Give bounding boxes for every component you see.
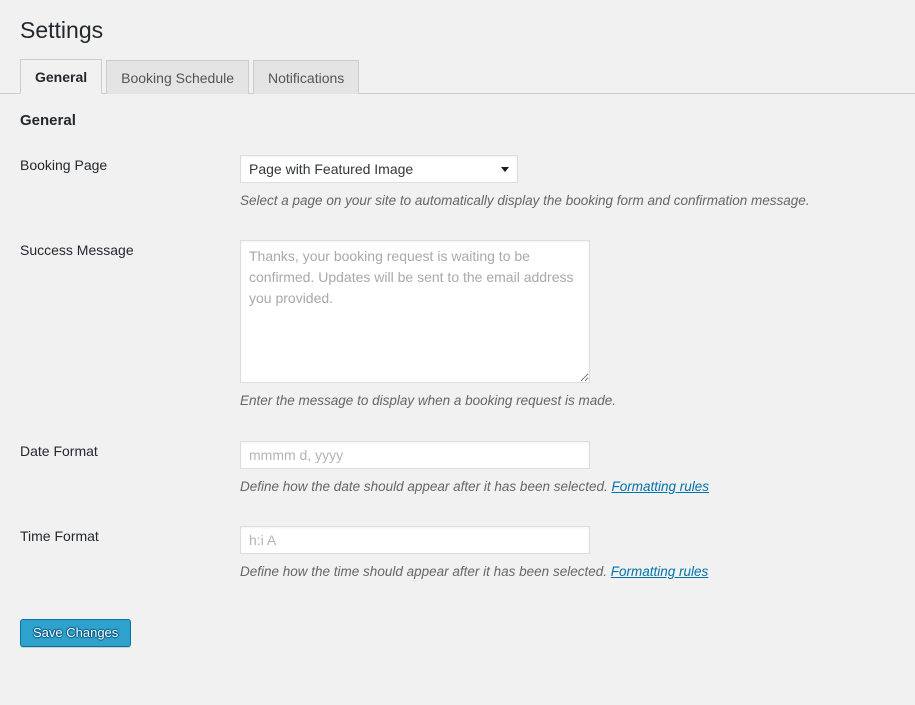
tab-booking-schedule[interactable]: Booking Schedule: [106, 60, 249, 94]
label-date-format: Date Format: [20, 441, 240, 526]
form-row-time-format: Time Format Define how the time should a…: [20, 526, 895, 581]
form-row-success-message: Success Message Enter the message to dis…: [20, 240, 895, 441]
page-title: Settings: [20, 16, 103, 45]
description-date-format-text: Define how the date should appear after …: [240, 479, 608, 494]
time-format-input[interactable]: [240, 526, 590, 554]
date-format-formatting-rules-link[interactable]: Formatting rules: [612, 479, 710, 494]
settings-page: Settings General Booking Schedule Notifi…: [0, 0, 915, 705]
description-booking-page: Select a page on your site to automatica…: [240, 191, 895, 210]
form-row-date-format: Date Format Define how the date should a…: [20, 441, 895, 526]
tab-general[interactable]: General: [20, 59, 102, 94]
tab-notifications[interactable]: Notifications: [253, 60, 359, 94]
label-time-format: Time Format: [20, 526, 240, 581]
section-heading-general: General: [20, 110, 76, 131]
description-date-format: Define how the date should appear after …: [240, 477, 895, 496]
booking-page-select[interactable]: Page with Featured Image: [240, 155, 518, 183]
description-success-message: Enter the message to display when a book…: [240, 391, 895, 410]
submit-area: Save Changes: [20, 619, 131, 647]
time-format-formatting-rules-link[interactable]: Formatting rules: [611, 564, 709, 579]
date-format-input[interactable]: [240, 441, 590, 469]
settings-form-table: Booking Page Page with Featured Image Se…: [20, 155, 895, 581]
booking-page-select-wrap: Page with Featured Image: [240, 155, 518, 183]
label-booking-page: Booking Page: [20, 155, 240, 240]
label-success-message: Success Message: [20, 240, 240, 441]
settings-tab-bar: General Booking Schedule Notifications: [0, 58, 915, 94]
description-time-format: Define how the time should appear after …: [240, 562, 895, 581]
success-message-textarea[interactable]: [240, 240, 590, 383]
description-time-format-text: Define how the time should appear after …: [240, 564, 607, 579]
form-row-booking-page: Booking Page Page with Featured Image Se…: [20, 155, 895, 240]
save-changes-button[interactable]: Save Changes: [20, 619, 131, 647]
